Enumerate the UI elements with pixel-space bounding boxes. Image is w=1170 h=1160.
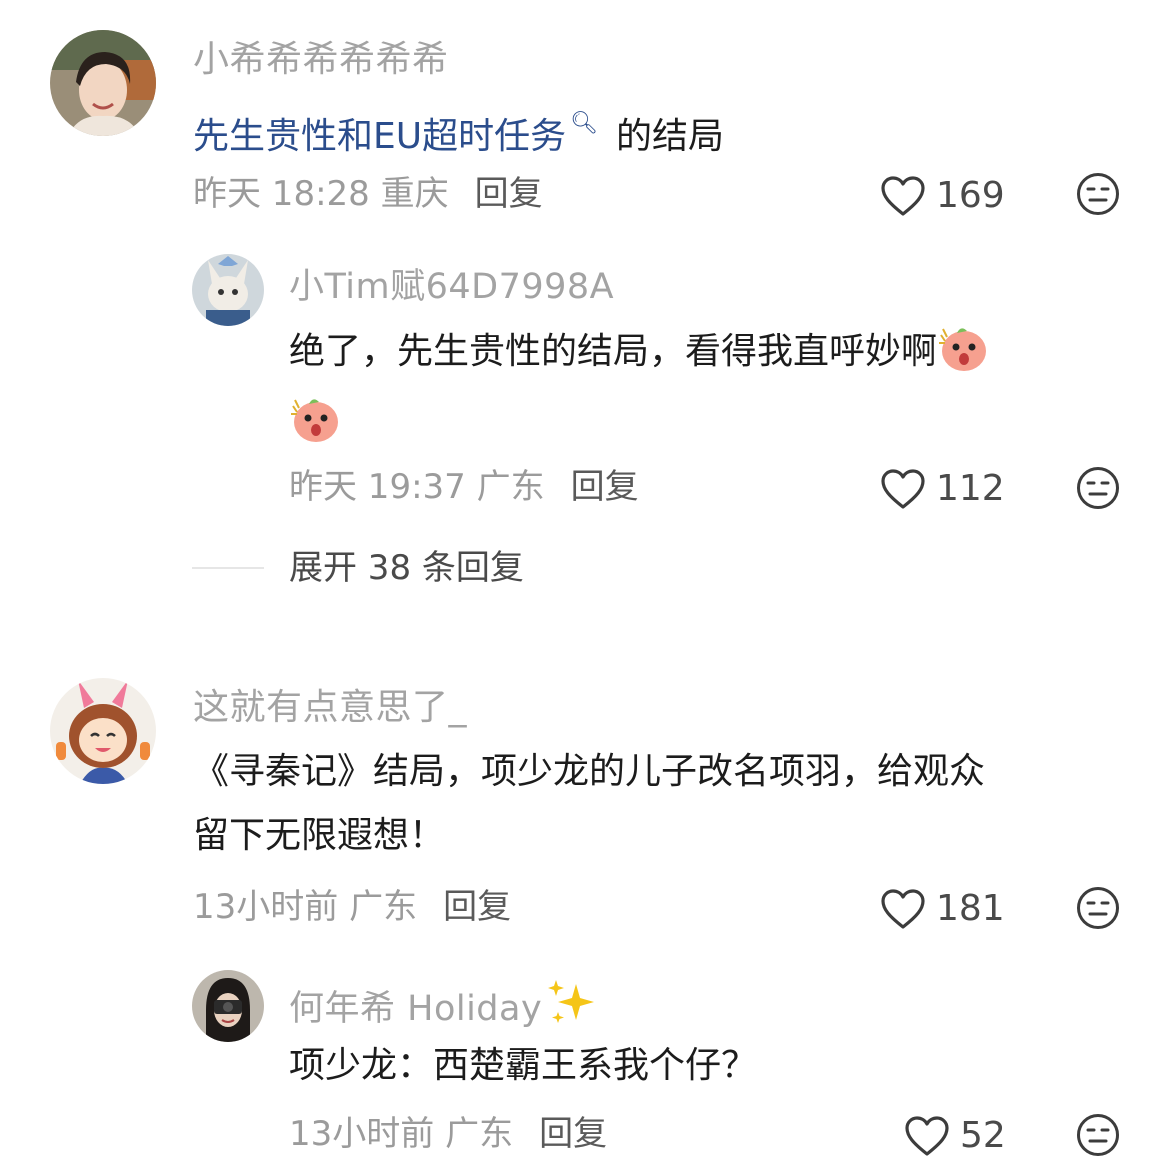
reply-meta: 13小时前 广东 回复 — [289, 1114, 607, 1154]
like-count: 181 — [936, 888, 1005, 929]
comment-meta: 昨天 18:28 重庆 回复 — [193, 174, 543, 214]
like-count: 52 — [960, 1115, 1006, 1156]
reply-button[interactable]: 回复 — [539, 1114, 607, 1154]
shocked-peach-emoji — [939, 328, 987, 371]
reply-username[interactable]: 小Tim赋64D7998A — [289, 265, 614, 309]
avatar-image — [192, 254, 264, 326]
comment-text-line: 《寻秦记》结局，项少龙的儿子改名项羽，给观众 — [193, 751, 986, 792]
comment-text-line: 留下无限遐想！ — [193, 815, 446, 856]
like-button[interactable]: 181 — [880, 887, 1005, 931]
like-button[interactable]: 112 — [880, 467, 1005, 511]
reply-text: 绝了，先生贵性的结局，看得我直呼妙啊 — [289, 320, 991, 384]
reply-button[interactable]: 回复 — [443, 887, 511, 927]
reply-meta: 昨天 19:37 广东 回复 — [289, 467, 639, 507]
heart-outline-icon — [881, 469, 925, 509]
reply-time: 昨天 19:37 广东 — [289, 467, 545, 507]
avatar[interactable] — [192, 970, 264, 1042]
sparkles-emoji — [548, 980, 595, 1023]
comment-text: 先生贵性和EU超时任务 🔍︎ 的结局 — [193, 111, 725, 157]
neutral-face-icon[interactable] — [1076, 466, 1120, 510]
avatar-image — [50, 30, 156, 136]
heart-outline-icon — [905, 1116, 949, 1156]
avatar[interactable] — [50, 678, 156, 784]
avatar-image — [192, 970, 264, 1042]
like-button[interactable]: 52 — [904, 1114, 1006, 1158]
neutral-face-icon[interactable] — [1076, 886, 1120, 930]
like-count: 112 — [936, 468, 1005, 509]
heart-outline-icon — [881, 889, 925, 929]
reply-button[interactable]: 回复 — [475, 174, 543, 214]
neutral-face-icon[interactable] — [1076, 172, 1120, 216]
reply-username[interactable]: 何年希 Holiday — [289, 978, 598, 1031]
comment-username[interactable]: 小希希希希希希 — [193, 38, 449, 82]
search-link[interactable]: 先生贵性和EU超时任务 — [193, 116, 566, 157]
comment-username[interactable]: 这就有点意思了_ — [193, 686, 467, 730]
expand-divider — [192, 567, 264, 569]
comment-time: 昨天 18:28 重庆 — [193, 174, 449, 214]
comment-time: 13小时前 广东 — [193, 887, 418, 927]
reply-button[interactable]: 回复 — [571, 467, 639, 507]
like-count: 169 — [936, 175, 1005, 216]
expand-replies-button[interactable]: 展开 38 条回复 — [289, 548, 524, 588]
search-icon[interactable]: 🔍︎ — [570, 111, 598, 136]
avatar[interactable] — [192, 254, 264, 326]
avatar-image — [50, 678, 156, 784]
heart-outline-icon — [881, 176, 925, 216]
reply-text-emoji-line — [289, 392, 343, 446]
neutral-face-icon[interactable] — [1076, 1113, 1120, 1157]
avatar[interactable] — [50, 30, 156, 136]
like-button[interactable]: 169 — [880, 174, 1005, 218]
reply-time: 13小时前 广东 — [289, 1114, 514, 1154]
reply-text: 项少龙：西楚霸王系我个仔？ — [289, 1045, 758, 1086]
shocked-peach-emoji — [291, 399, 338, 442]
comment-meta: 13小时前 广东 回复 — [193, 887, 511, 927]
